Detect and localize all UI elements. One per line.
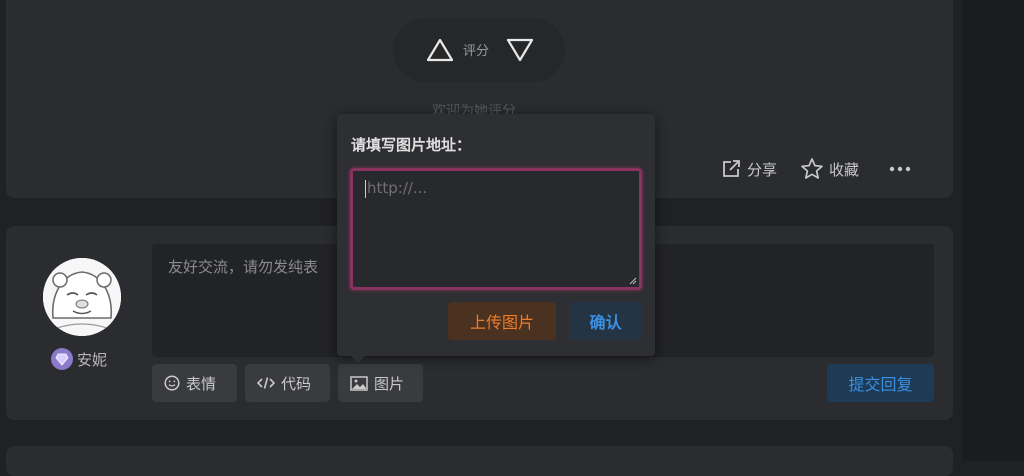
share-label: 分享 — [747, 160, 778, 179]
image-label: 图片 — [374, 374, 405, 393]
resize-grip-icon[interactable] — [629, 277, 637, 285]
image-icon — [350, 375, 368, 391]
more-horizontal-icon — [889, 166, 911, 172]
code-label: 代码 — [281, 374, 312, 393]
favorite-button[interactable]: 收藏 — [800, 155, 859, 183]
confirm-button[interactable]: 确认 — [569, 302, 642, 340]
code-button[interactable]: 代码 — [245, 364, 330, 402]
triangle-down-icon[interactable] — [506, 38, 534, 62]
share-button[interactable]: 分享 — [720, 155, 777, 183]
reply-user: 安妮 — [51, 348, 107, 370]
image-url-input[interactable]: http://... — [350, 168, 642, 290]
popover-title: 请填写图片地址： — [351, 136, 472, 154]
bear-avatar-image — [43, 258, 121, 336]
image-url-popover: 请填写图片地址： http://... 上传图片 确认 — [337, 114, 655, 356]
code-icon — [257, 377, 275, 389]
next-card — [6, 446, 953, 476]
image-button[interactable]: 图片 — [338, 364, 423, 402]
user-name: 安妮 — [77, 350, 108, 369]
star-icon — [801, 158, 823, 179]
share-icon — [723, 160, 740, 177]
image-url-placeholder: http://... — [367, 179, 428, 197]
emoji-button[interactable]: 表情 — [152, 364, 237, 402]
upload-image-button[interactable]: 上传图片 — [448, 302, 556, 340]
rating-hint: 欢迎为她评分 — [432, 104, 516, 114]
gem-icon — [51, 348, 73, 370]
smile-icon — [164, 375, 180, 391]
reply-placeholder: 友好交流，请勿发纯表 — [168, 258, 319, 276]
favorite-label: 收藏 — [829, 160, 860, 179]
text-caret — [365, 180, 366, 198]
emoji-label: 表情 — [186, 374, 217, 393]
popover-arrow — [350, 355, 366, 363]
more-button[interactable] — [888, 155, 912, 183]
submit-reply-button[interactable]: 提交回复 — [827, 364, 934, 402]
right-gutter — [962, 0, 1024, 461]
rating-label: 评分 — [463, 44, 490, 59]
triangle-up-icon[interactable] — [426, 38, 454, 62]
avatar[interactable] — [43, 258, 121, 336]
